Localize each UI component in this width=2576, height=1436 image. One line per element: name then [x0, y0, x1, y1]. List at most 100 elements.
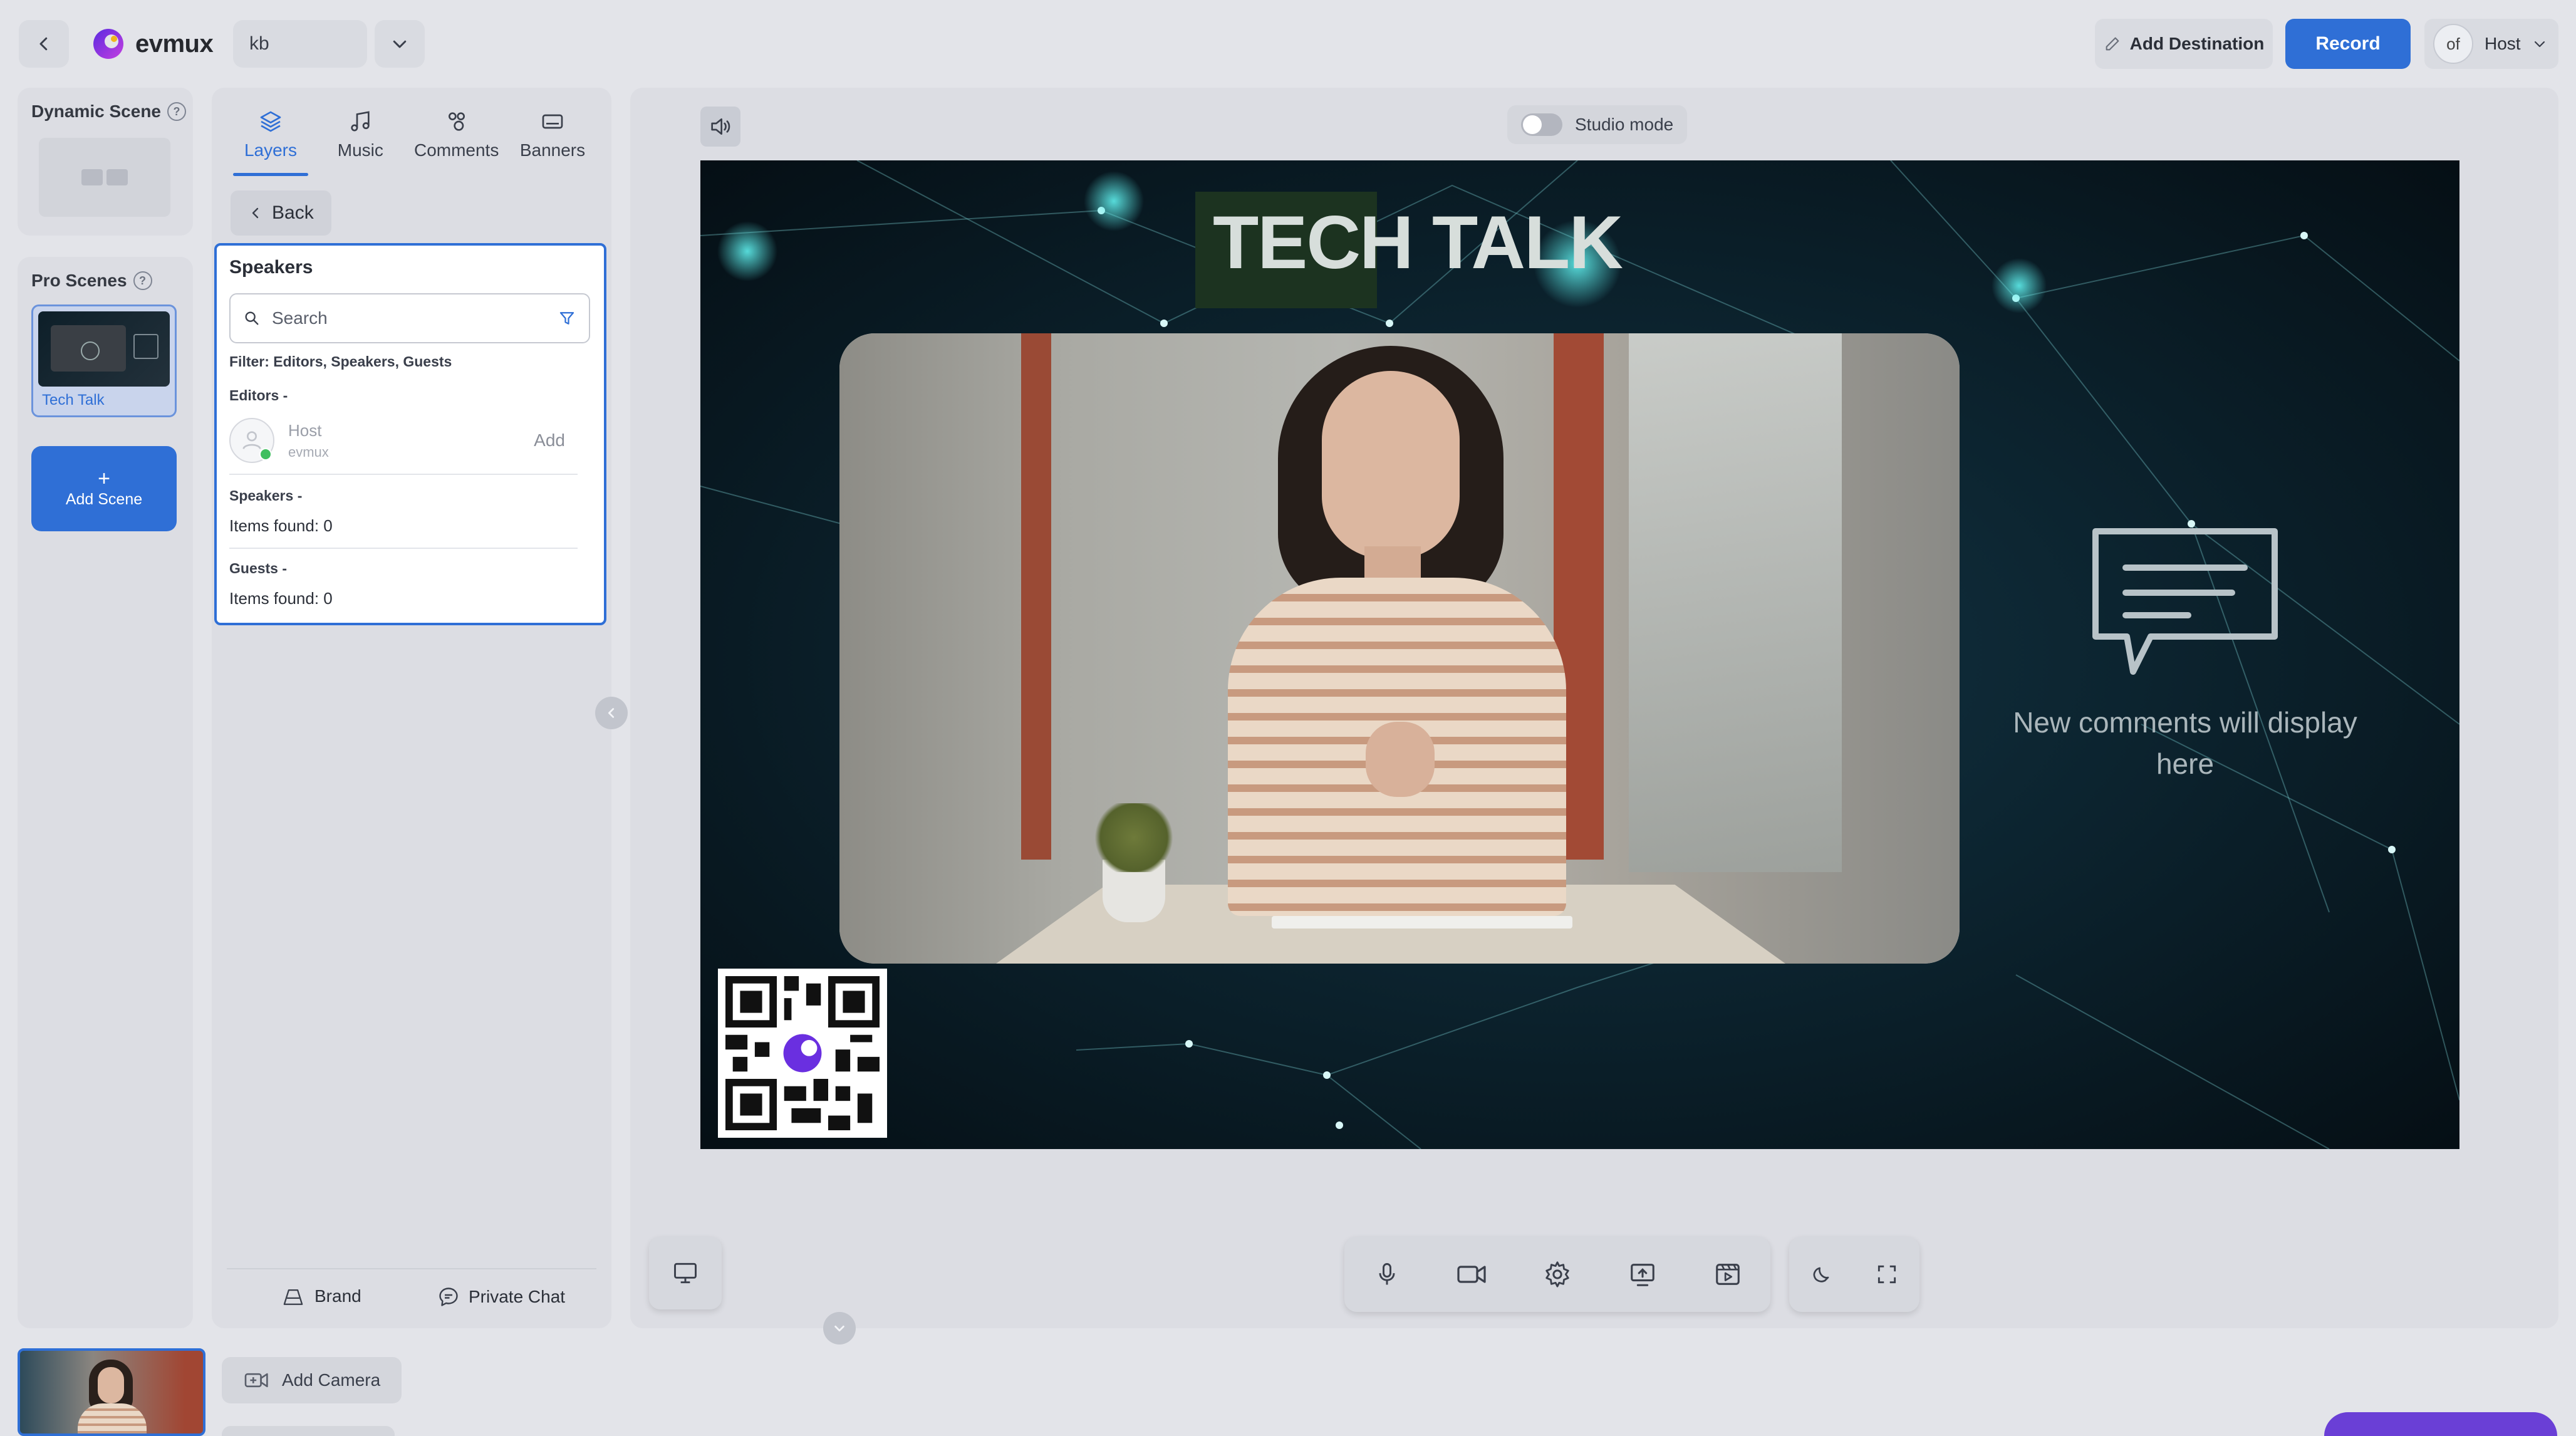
- add-camera-icon: [243, 1369, 271, 1392]
- microphone-icon: [1379, 1263, 1395, 1285]
- microphone-button[interactable]: [1362, 1249, 1412, 1299]
- title-banner: TECH TALK: [1213, 200, 1623, 284]
- filter-icon[interactable]: [558, 309, 576, 328]
- tab-banners[interactable]: Banners: [509, 103, 596, 178]
- search-input[interactable]: Search: [272, 308, 546, 328]
- editor-row: Host evmux Add: [229, 412, 590, 469]
- screen-share-icon: [1631, 1264, 1654, 1286]
- layers-icon: [258, 109, 283, 134]
- red-pillar: [1021, 333, 1051, 860]
- editor-name: Host: [288, 420, 322, 440]
- add-camera-label: Add Camera: [282, 1370, 381, 1390]
- presenter-face: [1322, 371, 1460, 559]
- footer-divider: [227, 1268, 596, 1269]
- dynamic-scene-thumbnail[interactable]: [39, 138, 170, 217]
- fullscreen-button[interactable]: [1862, 1249, 1912, 1299]
- add-scene-label: Add Scene: [65, 490, 143, 508]
- back-label: Back: [272, 202, 314, 223]
- stage-canvas[interactable]: TECH TALK New comments will display here: [700, 160, 2459, 1149]
- comments-overlay: New comments will display here: [2010, 524, 2360, 784]
- active-tab-indicator: [233, 173, 308, 176]
- comment-bubble-icon: [2088, 524, 2282, 680]
- chat-bubble-icon: [437, 1286, 460, 1308]
- side-panel-tabs: Layers Music Comments Banners: [227, 103, 596, 178]
- chevron-left-icon: [34, 34, 53, 53]
- speaker-search[interactable]: Search: [229, 293, 590, 343]
- moon-icon: [1813, 1267, 1829, 1283]
- filter-summary: Filter: Editors, Speakers, Guests: [229, 353, 452, 370]
- brand-button[interactable]: Brand: [281, 1286, 361, 1307]
- pencil-icon: [2104, 35, 2121, 53]
- online-status-dot: [259, 448, 272, 460]
- audio-toggle-button[interactable]: [700, 107, 740, 147]
- divider: [229, 548, 578, 549]
- evmux-logo-icon: [91, 27, 125, 61]
- chevron-down-icon: [2532, 36, 2547, 51]
- chevron-down-icon: [834, 1325, 844, 1332]
- divider: [229, 474, 578, 475]
- floating-action-button[interactable]: [2324, 1412, 2557, 1436]
- camera-button[interactable]: [1447, 1249, 1497, 1299]
- collapse-panel-handle[interactable]: [595, 697, 628, 729]
- guests-count: Items found: 0: [229, 589, 333, 608]
- record-button[interactable]: Record: [2285, 19, 2411, 69]
- layout-toggle-button[interactable]: [649, 1237, 722, 1309]
- pro-scenes-panel: Pro Scenes ? Tech Talk + Add Scene: [18, 257, 193, 1328]
- chevron-left-icon: [248, 206, 263, 221]
- plus-icon: +: [98, 466, 110, 491]
- help-icon[interactable]: ?: [133, 271, 152, 290]
- back-button[interactable]: Back: [231, 190, 331, 236]
- private-chat-button[interactable]: Private Chat: [437, 1286, 565, 1308]
- tab-layers[interactable]: Layers: [227, 103, 314, 178]
- keyboard: [1272, 916, 1572, 929]
- camera-video-tile[interactable]: [839, 333, 1960, 964]
- user-role: Host: [2485, 34, 2521, 53]
- editors-heading: Editors -: [229, 387, 288, 403]
- user-avatar: of: [2433, 24, 2473, 64]
- monitor-icon: [674, 1262, 697, 1284]
- speakers-card: Speakers Search Filter: Editors, Speaker…: [214, 243, 606, 625]
- layout-placeholder-icon: [81, 169, 128, 185]
- collapse-bottom-handle[interactable]: [823, 1312, 856, 1345]
- scene-dropdown-button[interactable]: [375, 20, 425, 68]
- add-scene-button[interactable]: + Add Scene: [31, 446, 177, 531]
- side-panel: Layers Music Comments Banners Back Speak…: [212, 88, 611, 1328]
- fullscreen-icon: [1877, 1265, 1896, 1284]
- back-nav-button[interactable]: [19, 20, 69, 68]
- banners-icon: [540, 109, 565, 134]
- scene-card-tech-talk[interactable]: Tech Talk: [31, 304, 177, 417]
- qr-code: [718, 969, 887, 1138]
- screen-share-button[interactable]: [1618, 1249, 1668, 1299]
- record-label: Record: [2315, 33, 2381, 54]
- app-name: evmux: [135, 29, 214, 58]
- media-player-button[interactable]: [1703, 1249, 1753, 1299]
- dynamic-scene-title: Dynamic Scene: [31, 101, 161, 121]
- user-menu[interactable]: of Host: [2424, 19, 2558, 69]
- tab-comments-label: Comments: [413, 140, 499, 160]
- help-icon[interactable]: ?: [167, 102, 186, 121]
- tab-music[interactable]: Music: [316, 103, 404, 178]
- brand-label: Brand: [314, 1286, 361, 1306]
- media-controls-bar: [1344, 1237, 1770, 1312]
- dark-mode-button[interactable]: [1797, 1249, 1847, 1299]
- camera-feed-thumbnail[interactable]: [18, 1348, 205, 1436]
- toggle-switch[interactable]: [1521, 113, 1562, 136]
- chevron-down-icon: [390, 34, 409, 53]
- pro-scenes-title: Pro Scenes: [31, 271, 127, 290]
- add-camera-button[interactable]: Add Camera: [222, 1357, 402, 1403]
- glass-door: [1629, 333, 1842, 872]
- search-icon: [243, 310, 261, 327]
- partial-button-below[interactable]: [222, 1426, 395, 1436]
- tab-banners-label: Banners: [519, 140, 586, 160]
- studio-mode-toggle[interactable]: Studio mode: [1507, 105, 1688, 144]
- scene-name-field[interactable]: kb: [233, 20, 367, 68]
- add-editor-button[interactable]: Add: [534, 430, 565, 450]
- video-clip-icon: [1716, 1264, 1740, 1285]
- add-destination-button[interactable]: Add Destination: [2095, 19, 2273, 69]
- view-controls-bar: [1789, 1237, 1919, 1312]
- settings-button[interactable]: [1532, 1249, 1582, 1299]
- plant-leaves: [1090, 803, 1178, 872]
- private-chat-label: Private Chat: [469, 1287, 566, 1306]
- scene-thumbnail: [38, 311, 170, 387]
- tab-comments[interactable]: Comments: [407, 103, 507, 178]
